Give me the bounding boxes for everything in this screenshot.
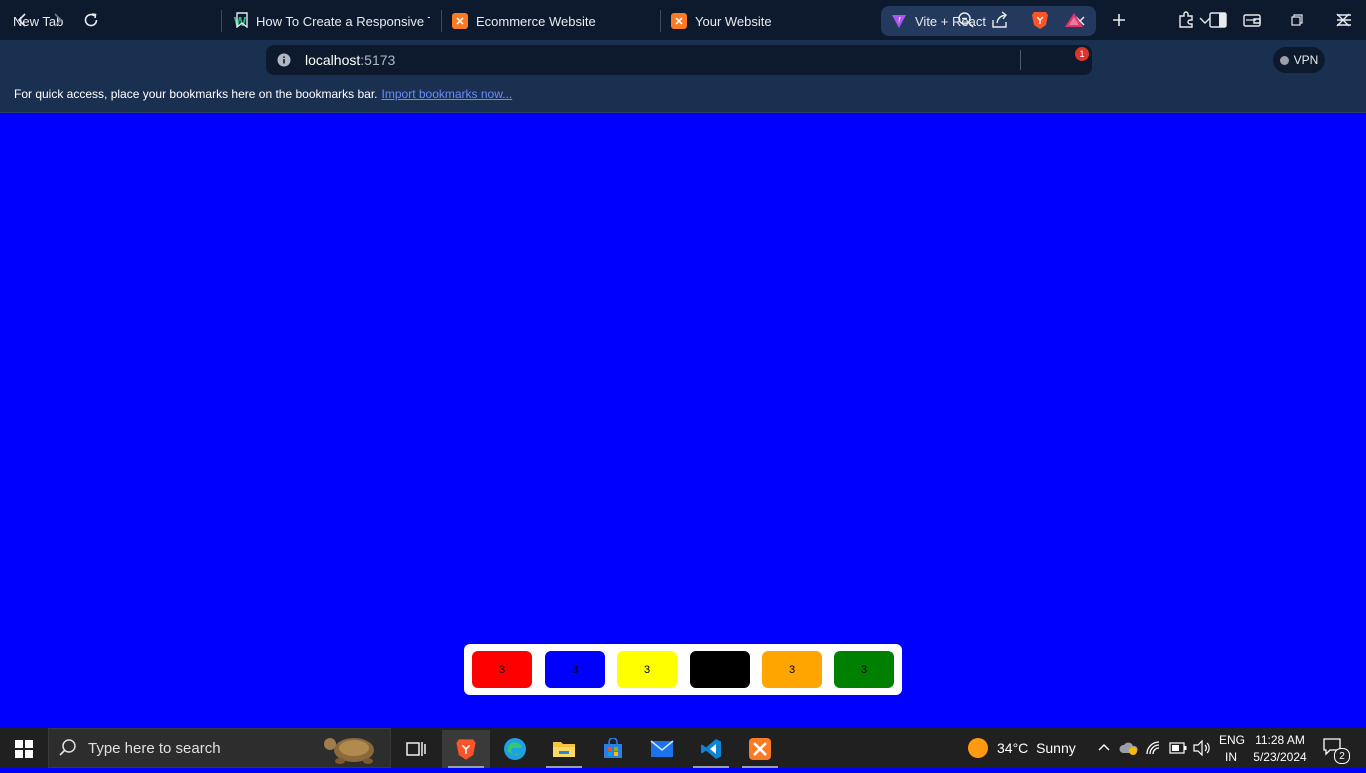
tab-ecommerce-website[interactable]: ✕ Ecommerce Website [444,6,656,36]
lang-top: ENG [1219,733,1246,747]
menu-icon[interactable] [1332,8,1356,32]
windows-start-icon[interactable] [0,730,48,768]
weather-temp: 34°C [997,740,1029,756]
tab-title: Your Website [695,13,772,29]
search-icon [58,738,78,758]
task-view-icon[interactable] [392,730,440,768]
tab-title: Ecommerce Website [476,13,596,29]
vpn-status-icon [1279,55,1289,65]
color-button-yellow[interactable]: 3 [617,651,677,688]
extensions-icon[interactable] [1174,8,1198,32]
brave-rewards-icon[interactable] [1062,8,1086,32]
new-tab-icon[interactable] [1107,8,1131,32]
site-info-icon[interactable] [272,48,296,72]
weather-widget[interactable]: 34°C Sunny [997,740,1076,756]
restore-icon[interactable] [1285,8,1309,32]
url-host: localhost [305,52,361,68]
color-button-green[interactable]: 3 [834,651,894,688]
show-hidden-icons-chevron-icon[interactable] [1097,740,1111,757]
wallet-icon[interactable] [1240,8,1264,32]
brave-shields-icon[interactable] [1028,8,1052,32]
bookmarks-message-text: For quick access, place your bookmarks h… [14,87,378,101]
bookmarks-message: For quick access, place your bookmarks h… [14,87,512,101]
tab-separator [441,10,442,32]
back-icon[interactable] [11,8,35,32]
battery-icon[interactable] [1169,742,1187,757]
onedrive-icon[interactable] [1119,741,1139,758]
color-button-black[interactable]: 3 [690,651,750,688]
toolbar-divider [1020,50,1021,70]
forward-icon[interactable] [45,8,69,32]
vpn-button[interactable]: VPN [1273,47,1325,73]
wifi-icon[interactable] [1145,740,1163,759]
vite-icon [891,13,907,29]
microsoft-store-icon[interactable] [589,730,637,768]
brave-browser-taskbar-icon[interactable] [442,730,490,768]
url-text[interactable]: localhost:5173 [305,52,395,68]
mail-icon[interactable] [638,730,686,768]
clock[interactable]: 11:28 AM 5/23/2024 [1249,733,1311,764]
weather-text: Sunny [1036,740,1076,756]
import-bookmarks-link[interactable]: Import bookmarks now... [382,87,513,101]
url-port: :5173 [360,52,396,68]
zoom-out-icon[interactable] [954,8,978,32]
vscode-icon[interactable] [687,730,735,768]
reload-icon[interactable] [79,8,103,32]
lang-bottom: IN [1225,750,1237,764]
search-placeholder: Type here to search [88,740,221,757]
color-button-blue[interactable]: 3 [545,651,605,688]
color-button-panel: 3 3 3 3 3 3 [464,644,902,695]
tab-responsive-top[interactable]: W How To Create a Responsive Top [224,6,436,36]
tab-separator [221,10,222,32]
bookmark-icon[interactable] [230,8,254,32]
file-explorer-icon[interactable] [540,730,588,768]
edge-icon[interactable] [491,730,539,768]
xampp-icon: ✕ [671,13,687,29]
xampp-taskbar-icon[interactable] [736,730,784,768]
vpn-label: VPN [1293,53,1319,67]
page-content [0,113,1366,728]
color-button-red[interactable]: 3 [472,651,532,688]
sidebar-icon[interactable] [1206,8,1230,32]
tab-separator [660,10,661,32]
clock-date: 5/23/2024 [1253,750,1307,764]
tab-title: How To Create a Responsive Top [256,13,430,29]
alert-count-badge: 1 [1075,47,1089,61]
share-icon[interactable] [988,8,1012,32]
turtle-icon [318,730,384,768]
color-button-orange[interactable]: 3 [762,651,822,688]
clock-time: 11:28 AM [1255,733,1305,747]
tab-your-website[interactable]: ✕ Your Website [663,6,875,36]
input-language[interactable]: ENG IN [1219,733,1246,764]
xampp-icon: ✕ [452,13,468,29]
notification-count-badge: 2 [1334,748,1350,764]
sun-weather-icon [968,738,988,758]
volume-icon[interactable] [1193,739,1211,759]
